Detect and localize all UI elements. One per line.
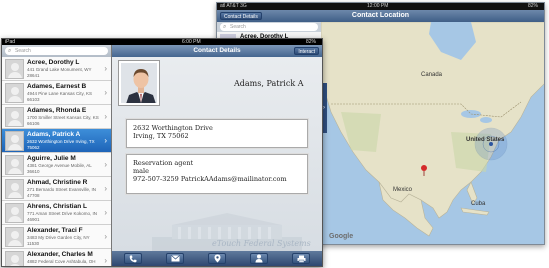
contact-address: 271 Bernardo Street Evansville, IN 47708 bbox=[27, 187, 97, 198]
occupation-text: Reservation agent bbox=[133, 159, 194, 167]
contact-name: Ahmad, Christine R bbox=[27, 179, 88, 186]
info-card[interactable]: Reservation agent male 972-507-3259 Patr… bbox=[126, 154, 308, 194]
detail-nav-title: Contact Details bbox=[193, 47, 241, 54]
contact-address: 2632 Worthington Drive Irving, TX 75062 bbox=[27, 139, 95, 150]
map-view[interactable]: Canada United States Mexico Cuba Google bbox=[321, 22, 544, 244]
contact-list-item[interactable]: Acree, Dorothy L 441 Grand Lake Monument,… bbox=[2, 57, 111, 81]
contact-name: Alexander, Charles M bbox=[27, 251, 93, 258]
mail-icon bbox=[170, 255, 180, 262]
contact-photo bbox=[118, 60, 160, 106]
map-graphic bbox=[321, 22, 544, 244]
status-time: 12:00 PM bbox=[367, 3, 389, 9]
address-card[interactable]: 2632 Worthington Drive Irving, TX 75062 bbox=[126, 119, 308, 148]
chevron-right-icon: › bbox=[104, 160, 107, 169]
map-label-united-states: United States bbox=[466, 137, 505, 143]
status-carrier: atl AT&T 3G bbox=[220, 3, 247, 9]
contact-list-item[interactable]: Adams, Patrick A 2632 Worthington Drive I… bbox=[2, 129, 111, 153]
contact-address: 1700 Smiller Street Kansas City, KS 6610… bbox=[27, 115, 99, 126]
avatar bbox=[5, 179, 24, 199]
contact-full-name: Adams, Patrick A bbox=[234, 79, 304, 88]
avatar bbox=[5, 227, 24, 247]
printer-icon bbox=[297, 255, 306, 263]
contact-name: Adams, Patrick A bbox=[27, 131, 81, 138]
contact-address: 4381 George Avenue Mobile, AL 36610 bbox=[27, 163, 92, 174]
contact-address: 3483 My Drive Garden City, NY 11530 bbox=[27, 235, 90, 246]
avatar bbox=[5, 155, 24, 175]
interact-button[interactable]: Interact bbox=[294, 47, 319, 55]
contact-list-panel: Search Acree, Dorothy L441 Grand Lake Mo… bbox=[2, 45, 112, 266]
avatar bbox=[5, 83, 24, 103]
chevron-right-icon: › bbox=[104, 64, 107, 73]
mail-tab[interactable] bbox=[166, 253, 184, 264]
detail-content: Adams, Patrick A 2632 Worthington Drive … bbox=[112, 57, 322, 252]
chevron-right-icon: › bbox=[104, 112, 107, 121]
map-label-cuba: Cuba bbox=[471, 201, 486, 207]
contact-address: 441 Grand Lake Monument, WY 28641 bbox=[27, 67, 92, 78]
contacts-search-input[interactable]: Search bbox=[5, 47, 108, 55]
map-nav-title: Contact Location bbox=[351, 12, 410, 19]
contact-name: Adames, Rhonda E bbox=[27, 107, 87, 114]
address-line-2: Irving, TX 75062 bbox=[133, 132, 189, 140]
contact-list-item[interactable]: Alexander, Traci F 3483 My Drive Garden C… bbox=[2, 225, 111, 249]
avatar bbox=[5, 203, 24, 223]
contact-list-item[interactable]: Adames, Rhonda E 1700 Smiller Street Kans… bbox=[2, 105, 111, 129]
contact-address: 4944 Pine Lane Kansas City, KS 66103 bbox=[27, 91, 92, 102]
contact-name: Ahrens, Christian L bbox=[27, 203, 87, 210]
map-nav-bar: Contact Details Contact Location bbox=[217, 10, 544, 22]
chevron-right-icon: › bbox=[104, 88, 107, 97]
contact-list-item[interactable]: Ahrens, Christian L 771 Aman Street Drive… bbox=[2, 201, 111, 225]
contact-name: Aguirre, Julie M bbox=[27, 155, 76, 162]
phone-tab[interactable] bbox=[124, 253, 142, 264]
print-tab[interactable] bbox=[292, 253, 310, 264]
map-label-canada: Canada bbox=[421, 72, 443, 78]
detail-nav-bar: Contact Details Interact bbox=[112, 45, 322, 57]
watermark-text: eTouch Federal Systems bbox=[212, 239, 311, 248]
contact-address: 771 Aman Street Drive Kokomo, IN 46901 bbox=[27, 211, 98, 222]
chevron-right-icon: › bbox=[104, 232, 107, 241]
chevron-right-icon: › bbox=[104, 184, 107, 193]
contact-name: Acree, Dorothy L bbox=[27, 59, 80, 66]
contact-detail-panel: Contact Details Interact Adams, Patrick bbox=[112, 45, 322, 266]
avatar bbox=[5, 107, 24, 127]
map-credit-logo: Google bbox=[329, 233, 354, 240]
status-battery: 82% bbox=[527, 3, 538, 9]
map-search-input[interactable]: Search bbox=[220, 23, 318, 31]
contact-list-item[interactable]: Alexander, Charles M 4882 Federal Cove As… bbox=[2, 249, 111, 267]
action-tab-bar bbox=[112, 251, 322, 266]
avatar bbox=[5, 59, 24, 79]
address-line-1: 2632 Worthington Drive bbox=[133, 124, 213, 132]
contact-name: Adames, Earnest B bbox=[27, 83, 87, 90]
contacts-search-bar: Search bbox=[2, 45, 111, 57]
contact-address: 4882 Federal Cove Ashtabula, OH 44004 bbox=[27, 259, 96, 267]
chevron-right-icon: › bbox=[104, 208, 107, 217]
contact-list-item[interactable]: Ahmad, Christine R 271 Bernardo Street Ev… bbox=[2, 177, 111, 201]
contacts-window: iPad 6:00 PM 82% Search Acree, Dorothy L… bbox=[1, 38, 323, 267]
map-label-mexico: Mexico bbox=[393, 187, 413, 193]
person-icon bbox=[255, 254, 263, 263]
contact-name: Alexander, Traci F bbox=[27, 227, 83, 234]
person-tab[interactable] bbox=[250, 253, 268, 264]
gender-text: male bbox=[133, 167, 149, 175]
avatar bbox=[5, 131, 24, 151]
phone-email-text: 972-507-3259 PatrickAAdams@mailinator.co… bbox=[133, 175, 287, 183]
map-tab[interactable] bbox=[208, 253, 226, 264]
contact-list-item[interactable]: Adames, Earnest B 4944 Pine Lane Kansas C… bbox=[2, 81, 111, 105]
avatar bbox=[5, 251, 24, 266]
phone-icon bbox=[129, 255, 137, 263]
map-status-bar: atl AT&T 3G 12:00 PM 82% bbox=[217, 3, 544, 10]
map-pin-icon bbox=[214, 254, 221, 263]
chevron-right-icon: › bbox=[104, 256, 107, 265]
contact-list-item[interactable]: Aguirre, Julie M 4381 George Avenue Mobil… bbox=[2, 153, 111, 177]
chevron-right-icon: › bbox=[104, 136, 107, 145]
screenshot-stage: atl AT&T 3G 12:00 PM 82% Contact Details… bbox=[0, 0, 549, 268]
map-search-bar: Search bbox=[217, 22, 321, 32]
contact-list: Acree, Dorothy L 441 Grand Lake Monument,… bbox=[2, 57, 111, 267]
